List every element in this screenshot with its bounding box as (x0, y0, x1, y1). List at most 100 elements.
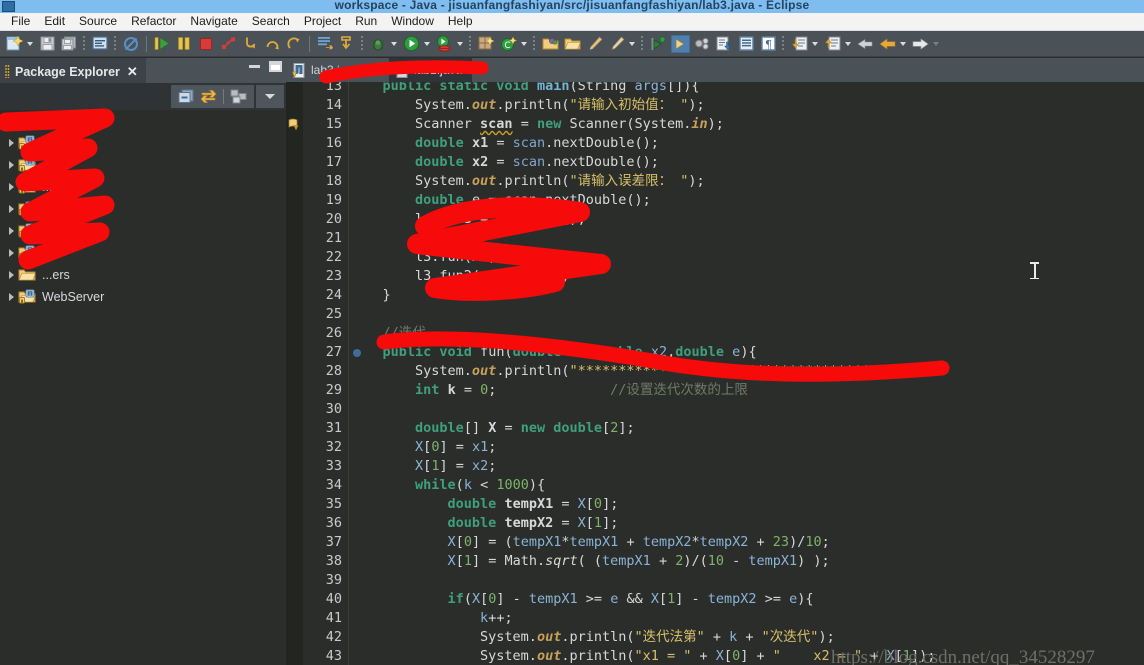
tree-item[interactable]: J ...tions (0, 110, 286, 132)
back-icon[interactable] (877, 34, 897, 54)
code-line[interactable]: System.out.println("********************… (350, 362, 927, 381)
toolbar-drag-handle[interactable] (782, 35, 785, 52)
code-line[interactable]: System.out.println("请输入初始值： "); (350, 96, 705, 115)
forward-dropdown-icon[interactable] (931, 34, 940, 54)
outline-icon[interactable] (736, 34, 756, 54)
print-icon[interactable] (90, 34, 110, 54)
tree-item[interactable]: J ...yan (0, 220, 286, 242)
code-line[interactable]: double tempX1 = X[0]; (350, 495, 619, 514)
menu-item-help[interactable]: Help (441, 13, 480, 30)
expand-arrow-icon[interactable] (4, 271, 18, 279)
toolbar-drag-handle[interactable] (469, 35, 472, 52)
editor-tab-lab1[interactable]: J lab1.java (389, 58, 473, 82)
tree-item[interactable]: ...ers (0, 264, 286, 286)
toolbar-drag-handle[interactable] (641, 35, 644, 52)
code-line[interactable]: } (350, 286, 391, 305)
code-line[interactable]: //迭代 (350, 324, 426, 343)
save-all-icon[interactable] (59, 34, 79, 54)
menu-item-navigate[interactable]: Navigate (183, 13, 244, 30)
code-line[interactable]: X[1] = Math.sqrt( (tempX1 + 2)/(10 - tem… (350, 552, 830, 571)
source-code[interactable]: public static void main(String args[]){ … (350, 82, 1144, 665)
tree-item[interactable]: J (0, 242, 286, 264)
brush-icon[interactable] (584, 34, 604, 54)
code-line[interactable]: if(X[0] - tempX1 >= e && X[1] - tempX2 >… (350, 590, 814, 609)
next-annotation-icon[interactable] (789, 34, 809, 54)
close-icon[interactable]: ✕ (127, 65, 138, 78)
code-line[interactable]: double e = scan.nextDouble(); (350, 191, 651, 210)
disconnect-icon[interactable] (218, 34, 238, 54)
editor-tab-lab3[interactable]: J lab3.java (286, 58, 370, 82)
expand-arrow-icon[interactable] (4, 293, 18, 301)
code-line[interactable]: X[0] = (tempX1*tempX1 + tempX2*tempX2 + … (350, 533, 830, 552)
code-line[interactable]: double tempX2 = X[1]; (350, 514, 619, 533)
run-icon[interactable] (401, 34, 421, 54)
code-line[interactable]: k++; (350, 609, 513, 628)
code-line[interactable]: Scanner scan = new Scanner(System.in); (350, 115, 724, 134)
run-external-dropdown-icon[interactable] (455, 34, 464, 54)
save-icon[interactable] (37, 34, 57, 54)
expand-arrow-icon[interactable] (4, 183, 18, 191)
paragraph-icon[interactable]: ¶ (758, 34, 778, 54)
resume-icon[interactable] (152, 34, 172, 54)
tree-item[interactable]: J (0, 132, 286, 154)
tree-item[interactable]: J H... d (0, 198, 286, 220)
menu-item-source[interactable]: Source (72, 13, 124, 30)
code-line[interactable]: System.out.println("x1 = " + X[0] + " x2… (350, 647, 935, 665)
next-annotation-dropdown-icon[interactable] (810, 34, 819, 54)
tree-item[interactable]: J WebServer (0, 286, 286, 308)
terminate-icon[interactable] (196, 34, 216, 54)
expand-arrow-icon[interactable] (4, 249, 18, 257)
menu-item-file[interactable]: File (4, 13, 37, 30)
expand-arrow-icon[interactable] (4, 139, 18, 147)
debug-icon[interactable] (368, 34, 388, 54)
back-dropdown-icon[interactable] (898, 34, 907, 54)
project-tree[interactable]: J ...tions J J J ...s J H... d J ...yan J ...ers J We… (0, 110, 286, 665)
code-line[interactable]: public void fun(double x1,double x2,doub… (350, 343, 757, 362)
previous-annotation-dropdown-icon[interactable] (843, 34, 852, 54)
menu-item-refactor[interactable]: Refactor (124, 13, 183, 30)
expand-arrow-icon[interactable] (4, 117, 18, 125)
menu-item-search[interactable]: Search (245, 13, 297, 30)
new-java-class-icon[interactable]: C (498, 34, 518, 54)
new-wizard-icon[interactable] (4, 34, 24, 54)
tree-item[interactable]: J ...s (0, 176, 286, 198)
open-type-icon[interactable] (315, 34, 335, 54)
maximize-icon[interactable] (269, 61, 282, 72)
expand-arrow-icon[interactable] (4, 161, 18, 169)
view-menu-icon[interactable] (228, 87, 250, 107)
run-external-tools-icon[interactable] (434, 34, 454, 54)
expand-arrow-icon[interactable] (4, 227, 18, 235)
tree-item[interactable]: J (0, 154, 286, 176)
toolbar-drag-handle[interactable] (83, 35, 86, 52)
annotation-gutter[interactable]: ! (286, 82, 303, 665)
toolbar-drag-handle[interactable] (361, 35, 364, 52)
new-dropdown-icon[interactable] (25, 34, 34, 54)
open-task-icon[interactable] (337, 34, 357, 54)
tomcat-active-icon[interactable] (670, 34, 690, 54)
code-line[interactable]: double[] X = new double[2]; (350, 419, 635, 438)
open-folder-color-icon[interactable] (540, 34, 560, 54)
new-class-dropdown-icon[interactable] (519, 34, 528, 54)
step-into-icon[interactable] (240, 34, 260, 54)
export-icon[interactable] (714, 34, 734, 54)
menu-item-project[interactable]: Project (297, 13, 348, 30)
minimize-icon[interactable] (249, 65, 260, 68)
step-return-icon[interactable] (284, 34, 304, 54)
code-line[interactable]: X[1] = x2; (350, 457, 496, 476)
new-java-project-icon[interactable] (476, 34, 496, 54)
code-line[interactable]: System.out.println("请输入误差限： "); (350, 172, 705, 191)
tomcat-config-icon[interactable] (692, 34, 712, 54)
menu-item-edit[interactable]: Edit (37, 13, 72, 30)
code-line[interactable]: while(k < 1000){ (350, 476, 545, 495)
brush-dropdown-icon[interactable] (627, 34, 636, 54)
code-line[interactable]: double x2 = scan.nextDouble(); (350, 153, 659, 172)
skip-breakpoints-icon[interactable] (121, 34, 141, 54)
code-line[interactable]: public static void main(String args[]){ (350, 82, 700, 96)
code-line[interactable]: l3.fun(x1, x2, e); (350, 248, 561, 267)
menu-item-run[interactable]: Run (348, 13, 384, 30)
forward-icon[interactable] (910, 34, 930, 54)
code-line[interactable]: lab3 l3 = new lab3(); (350, 210, 586, 229)
previous-annotation-icon[interactable] (822, 34, 842, 54)
menu-item-window[interactable]: Window (384, 13, 441, 30)
code-line[interactable]: System.out.println("迭代法第" + k + "次迭代"); (350, 628, 835, 647)
